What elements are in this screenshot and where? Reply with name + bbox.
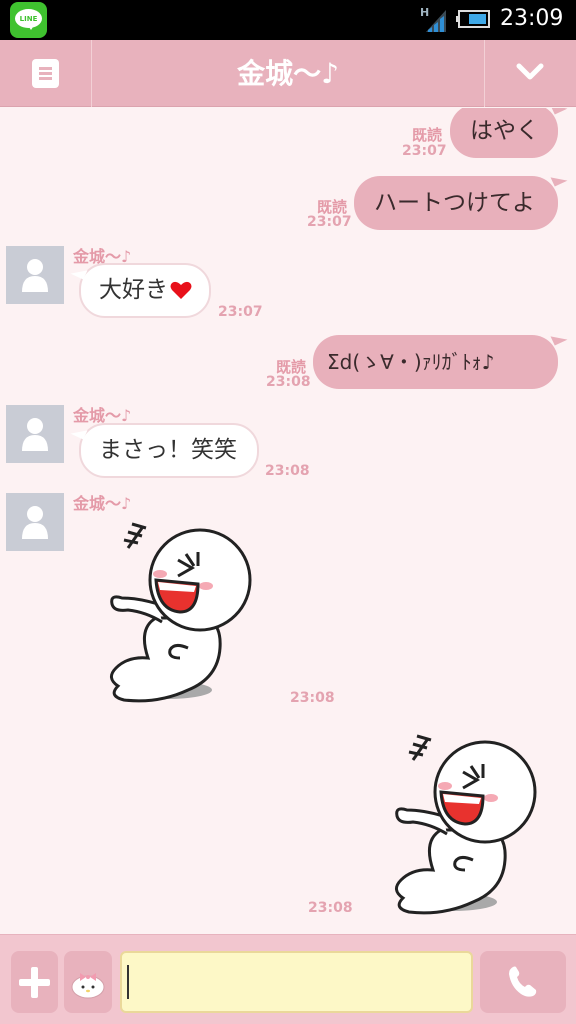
message-time: 23:08 — [265, 463, 310, 479]
outgoing-message[interactable]: ハートつけてよ — [354, 176, 558, 230]
status-bar: LINE H 23:09 — [0, 0, 576, 40]
laughing-sticker[interactable] — [383, 730, 543, 920]
incoming-message-text: 大好き — [99, 277, 168, 303]
my-melody-icon — [71, 973, 105, 999]
person-icon — [22, 506, 48, 539]
avatar[interactable] — [6, 493, 64, 551]
message-time: 23:07 — [307, 214, 352, 230]
sticker-button[interactable] — [64, 951, 112, 1013]
phone-icon — [509, 966, 537, 997]
signal-icon — [426, 10, 446, 32]
chat-header: 金城～♪ — [0, 40, 576, 107]
incoming-message[interactable]: 大好き — [79, 263, 211, 318]
incoming-message[interactable]: まさっ！笑笑 — [79, 423, 259, 478]
chat-area[interactable]: 既読 23:07 はやく 既読 23:07 ハートつけてよ 金城～♪ 大好き 2… — [0, 108, 576, 934]
avatar[interactable] — [6, 405, 64, 463]
message-time: 23:08 — [266, 374, 311, 390]
heart-icon — [170, 281, 192, 299]
message-time: 23:08 — [290, 690, 335, 706]
menu-button[interactable] — [0, 40, 91, 107]
menu-icon — [32, 59, 59, 88]
chevron-down-icon — [516, 63, 544, 80]
call-button[interactable] — [480, 951, 566, 1013]
sender-name: 金城～♪ — [73, 494, 132, 513]
message-time: 23:07 — [218, 304, 263, 320]
avatar[interactable] — [6, 246, 64, 304]
message-input[interactable] — [120, 951, 473, 1013]
dropdown-button[interactable] — [485, 40, 576, 107]
plus-button[interactable] — [11, 951, 58, 1013]
text-cursor — [127, 965, 129, 999]
line-app-icon-label: LINE — [19, 15, 38, 23]
input-bar — [0, 934, 576, 1024]
laughing-sticker[interactable] — [98, 518, 258, 708]
person-icon — [22, 259, 48, 292]
plus-icon — [19, 967, 50, 998]
person-icon — [22, 418, 48, 451]
message-time: 23:08 — [308, 900, 353, 916]
read-status: 既読 — [411, 126, 442, 144]
battery-icon — [456, 10, 490, 28]
line-app-icon: LINE — [10, 2, 47, 38]
outgoing-message[interactable]: はやく — [450, 108, 558, 158]
message-time: 23:07 — [402, 143, 447, 159]
clock: 23:09 — [500, 6, 564, 31]
chat-title: 金城～♪ — [237, 57, 339, 90]
outgoing-message[interactable]: Σd(ゝ∀・)ｧﾘｶﾞﾄｫ♪ — [313, 335, 558, 389]
